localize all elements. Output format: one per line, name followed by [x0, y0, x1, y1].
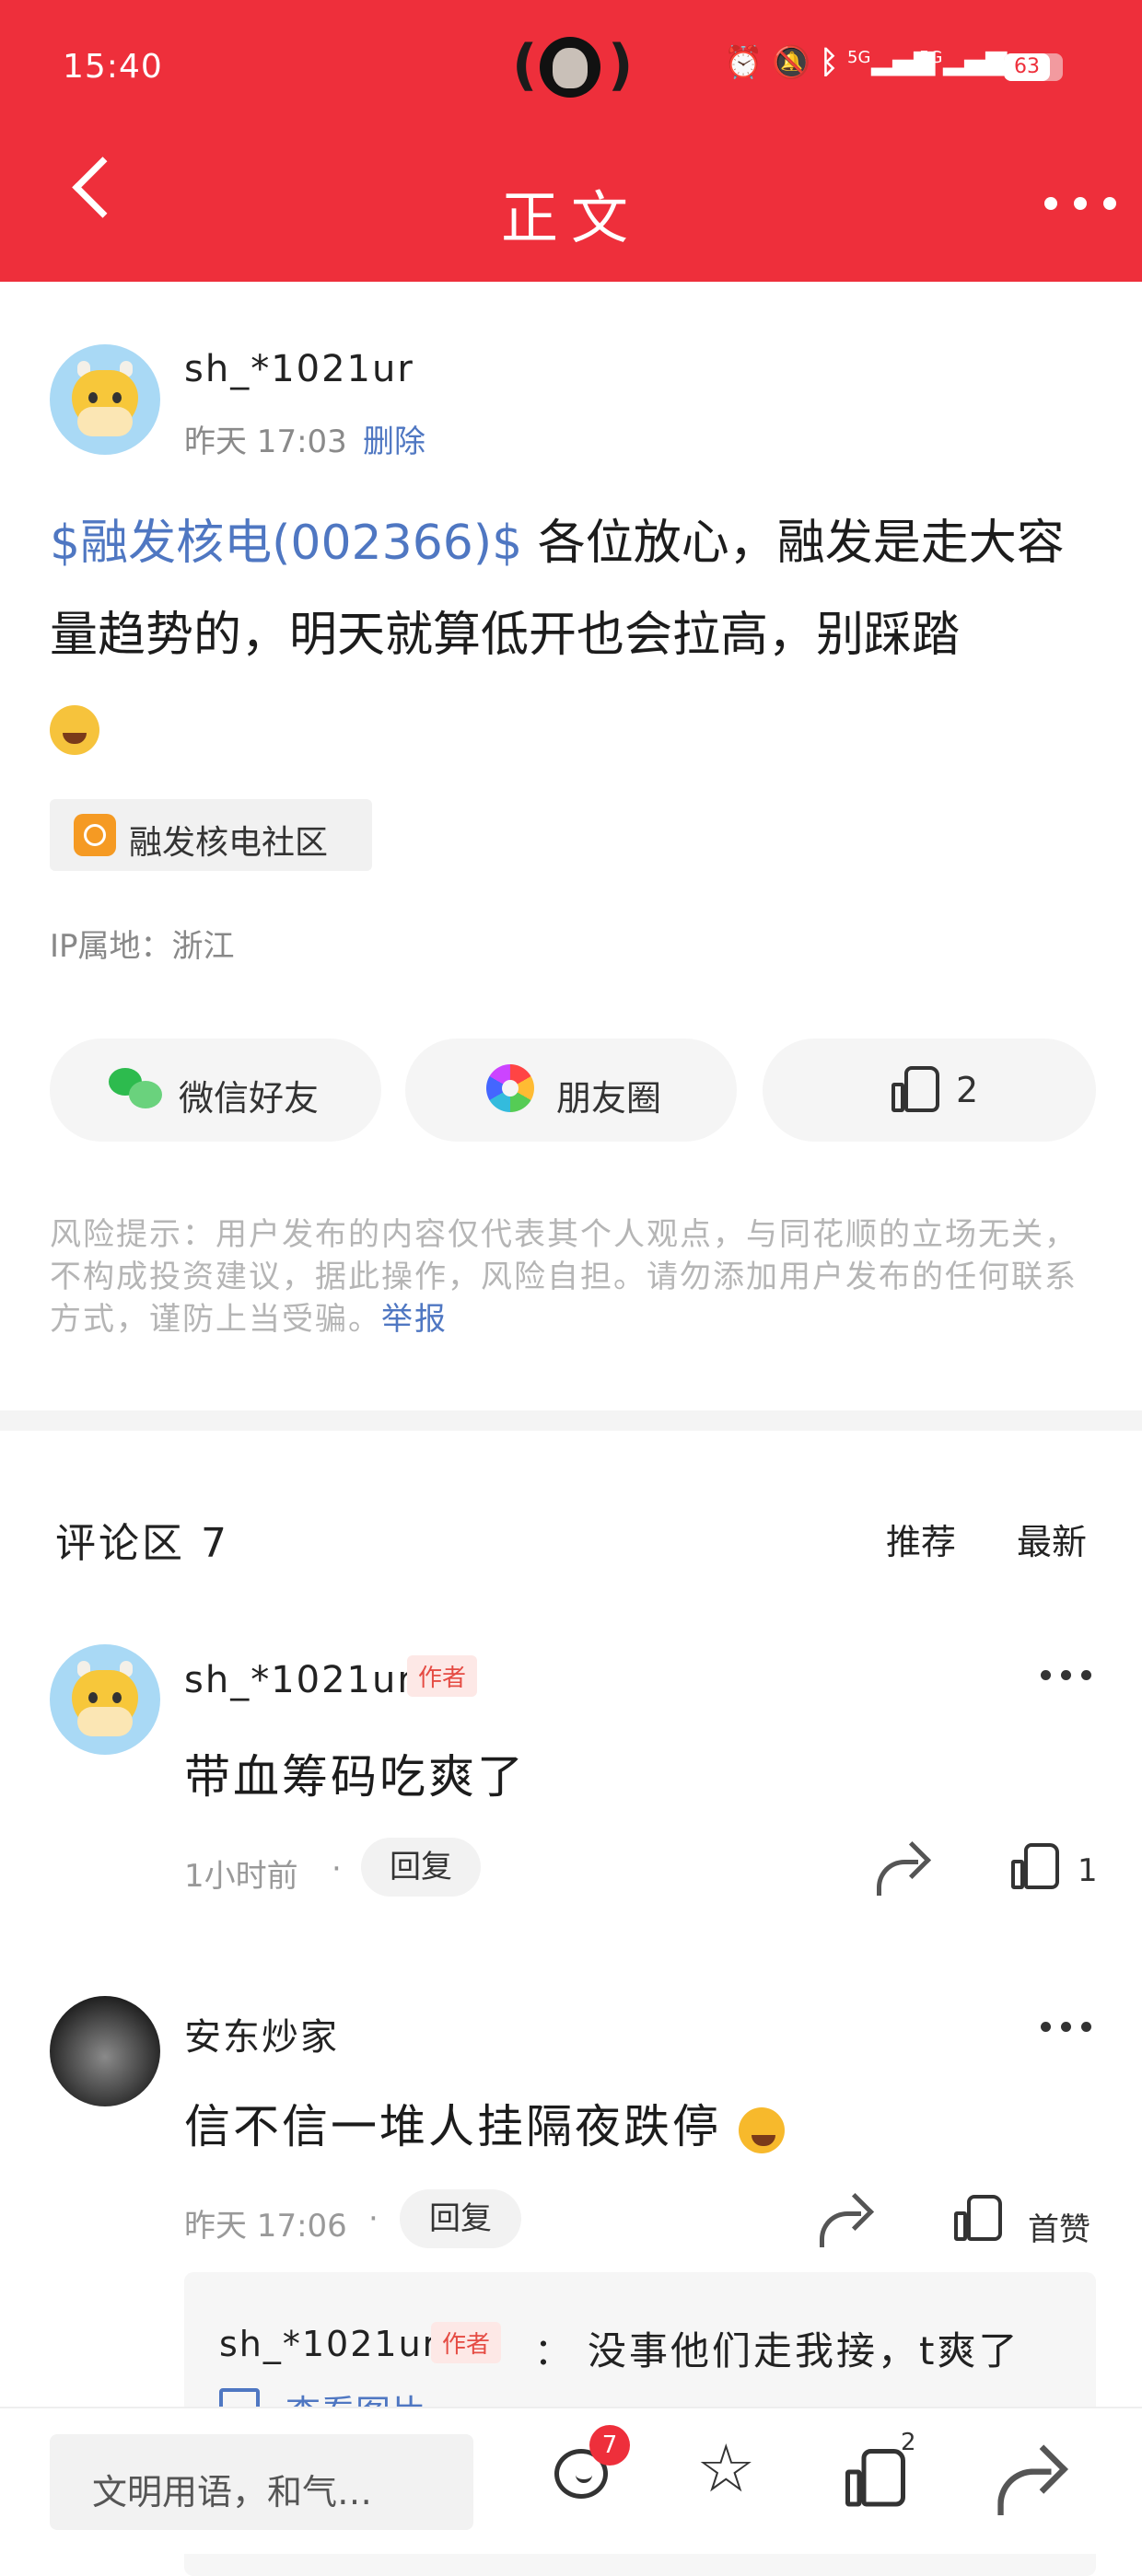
mute-icon: 🔕	[772, 44, 811, 81]
comment-more-icon[interactable]	[1041, 1670, 1092, 1681]
community-tag[interactable]: 融发核电社区	[50, 799, 372, 871]
comment-like-count: 1	[1078, 1852, 1098, 1889]
comment-author[interactable]: sh_*1021ur	[184, 1659, 414, 1701]
post-author-name[interactable]: sh_*1021ur	[184, 348, 414, 390]
network-5g-label: 5G	[847, 48, 871, 67]
laugh-cry-emoji-icon	[50, 705, 99, 755]
report-link[interactable]: 举报	[381, 1301, 448, 1338]
sub-reply-separator: ：	[534, 2331, 571, 2373]
like-button[interactable]: 2	[763, 1039, 1096, 1142]
comment-text: 带血筹码吃爽了	[184, 1750, 526, 1804]
comment-input[interactable]: 文明用语，和气…	[50, 2434, 473, 2530]
more-options-icon[interactable]	[1044, 197, 1118, 210]
like-count: 2	[956, 1070, 979, 1110]
comment-text: 信不信一堆人挂隔夜跌停	[184, 2090, 785, 2156]
camera-cutout: ( )	[512, 31, 634, 105]
share-icon	[993, 2447, 1065, 2516]
camera-avatar-icon	[540, 37, 600, 98]
thumbs-up-icon[interactable]	[1011, 1843, 1059, 1889]
author-badge: 作者	[407, 1655, 478, 1697]
like-bottom-button[interactable]: 2	[845, 2429, 916, 2510]
moments-icon	[486, 1064, 534, 1112]
status-time: 15:40	[63, 48, 163, 86]
comment-time: 昨天 17:06	[184, 2208, 347, 2245]
sub-reply-text: 没事他们走我接，t爽了	[588, 2328, 1020, 2373]
author-badge: 作者	[431, 2322, 502, 2363]
section-divider	[0, 1410, 1142, 1431]
sort-recommend-tab[interactable]: 推荐	[886, 1514, 956, 1564]
sub-reply-author[interactable]: sh_*1021ur	[219, 2324, 438, 2364]
bracket-right-icon: )	[608, 33, 634, 98]
wechat-icon	[109, 1068, 162, 1110]
grin-emoji-icon	[738, 2106, 785, 2153]
share-moments-button[interactable]: 朋友圈	[405, 1039, 737, 1142]
ip-location: IP属地：浙江	[50, 928, 235, 965]
meta-dot: ·	[332, 1851, 342, 1887]
alarm-icon: ⏰	[724, 44, 763, 81]
bottom-bar: 文明用语，和气… 7 ☆ 2	[0, 2407, 1142, 2554]
comment-text-content: 信不信一堆人挂隔夜跌停	[184, 2100, 721, 2153]
share-wechat-button[interactable]: 微信好友	[50, 1039, 381, 1142]
like-bottom-count: 2	[901, 2429, 916, 2456]
comment-count-badge: 7	[589, 2425, 630, 2466]
favorite-button[interactable]: ☆	[696, 2435, 761, 2501]
comment-author[interactable]: 安东炒家	[184, 2007, 339, 2060]
bracket-left-icon: (	[512, 33, 538, 98]
reply-button[interactable]: 回复	[361, 1838, 481, 1897]
comments-title: 评论区 7	[55, 1520, 229, 1567]
comment-avatar[interactable]	[50, 1996, 160, 2106]
delete-link[interactable]: 删除	[363, 416, 425, 461]
signal-icon-2: ▂▄▆	[943, 44, 1008, 76]
comment-time: 1小时前	[184, 1858, 298, 1895]
meta-dot: ·	[368, 2200, 379, 2237]
post-content: $融发核电(002366)$ 各位放心，融发是走大容量趋势的，明天就算低开也会拉…	[50, 497, 1100, 773]
risk-notice: 风险提示：用户发布的内容仅代表其个人观点，与同花顺的立场无关，不构成投资建议，据…	[50, 1213, 1100, 1340]
share-icon[interactable]	[873, 1843, 928, 1896]
community-icon	[74, 814, 116, 856]
bluetooth-icon: ᛒ	[820, 44, 839, 81]
comment-like-label: 首赞	[1028, 2211, 1090, 2248]
comment-more-icon[interactable]	[1041, 2022, 1092, 2033]
battery-level: 63	[1004, 53, 1050, 81]
wechat-label: 微信好友	[179, 1078, 320, 1119]
star-icon: ☆	[696, 2430, 756, 2507]
sort-latest-tab[interactable]: 最新	[1017, 1514, 1087, 1564]
stock-tag-link[interactable]: $融发核电(002366)$	[50, 516, 522, 571]
post-time: 昨天 17:03	[184, 424, 347, 460]
author-avatar[interactable]	[50, 344, 160, 455]
battery-icon: 63	[1004, 53, 1063, 81]
comment-avatar[interactable]	[50, 1644, 160, 1755]
moments-label: 朋友圈	[556, 1078, 662, 1119]
thumbs-up-icon[interactable]	[954, 2195, 1002, 2241]
share-bottom-button[interactable]	[993, 2445, 1057, 2516]
network-5g-label-2: 5G	[919, 48, 943, 67]
risk-text: 风险提示：用户发布的内容仅代表其个人观点，与同花顺的立场无关，不构成投资建议，据…	[50, 1216, 1078, 1338]
community-label: 融发核电社区	[129, 824, 329, 862]
share-icon[interactable]	[816, 2195, 871, 2247]
reply-button[interactable]: 回复	[400, 2189, 521, 2248]
comments-button[interactable]: 7	[554, 2425, 630, 2510]
page-title: 正文	[500, 184, 641, 251]
comment-input-placeholder: 文明用语，和气…	[92, 2472, 373, 2512]
thumbs-up-icon	[845, 2449, 905, 2507]
thumbs-up-icon	[891, 1066, 939, 1112]
